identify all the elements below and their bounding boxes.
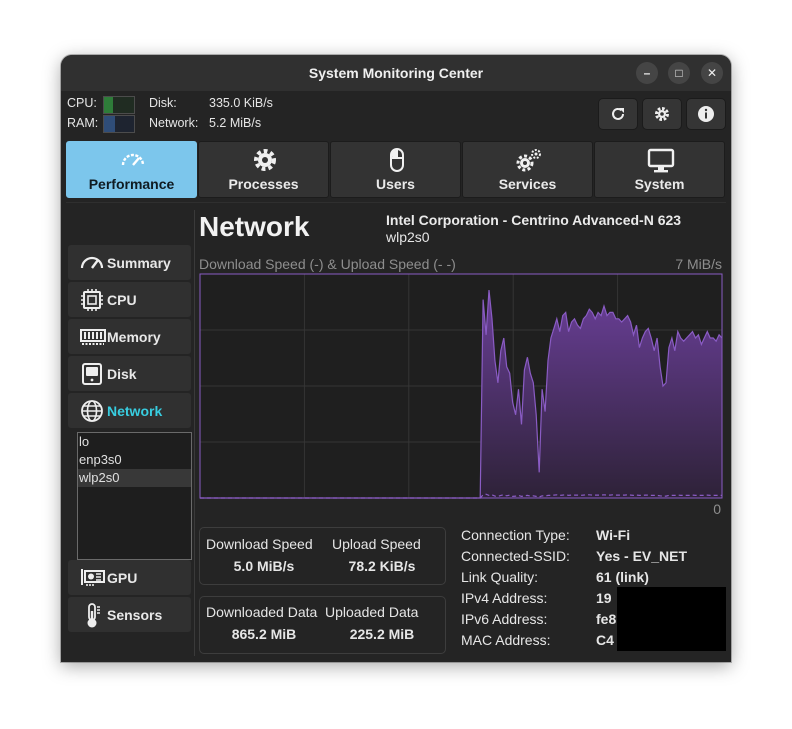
globe-icon [81,400,103,422]
tab-processes-label: Processes [228,176,299,192]
thermometer-icon [87,603,100,628]
chart-max-label: 7 MiB/s [675,256,722,272]
data-panel: Downloaded Data Uploaded Data 865.2 MiB … [199,596,446,654]
info-value: 19 [596,590,612,606]
uploaded-data-value: 225.2 MiB [349,626,415,642]
speed-panel: Download Speed Upload Speed 5.0 MiB/s 78… [199,527,446,585]
chart-min-label: 0 [713,501,721,517]
redaction-box [617,587,726,651]
info-label: Connected-SSID: [461,548,570,564]
sidebar-item-label: Network [107,403,163,419]
tab-performance-label: Performance [88,176,175,192]
upload-speed-value: 78.2 KiB/s [348,558,416,574]
info-value: Wi-Fi [596,527,631,543]
info-label: IPv6 Address: [461,611,548,627]
device-vendor-model: Intel Corporation - Centrino Advanced-N … [386,212,682,228]
info-value: 61 (link) [596,569,649,585]
chart-title: Download Speed (-) & Upload Speed (- -) [199,256,456,272]
info-label: Link Quality: [461,569,539,585]
sidebar-item-sensors[interactable]: Sensors [68,597,191,632]
speedometer-icon [80,256,104,269]
refresh-icon [612,107,624,120]
network-label: Network: [149,116,199,130]
cpu-mini-graph [103,96,135,114]
list-item[interactable]: lo [78,433,191,451]
upload-speed-label: Upload Speed [332,536,421,552]
network-speed-chart [199,273,723,499]
sidebar-item-disk[interactable]: Disk [68,356,191,391]
sidebar-item-cpu[interactable]: CPU [68,282,191,317]
tab-users[interactable]: Users [330,141,461,198]
sidebar-item-label: Summary [107,255,171,271]
sidebar-item-label: CPU [107,292,137,308]
maximize-button[interactable]: □ [668,62,690,84]
download-speed-label: Download Speed [206,536,313,552]
memory-module-icon [80,329,106,345]
network-value: 5.2 MiB/s [209,116,262,130]
disk-icon [82,363,102,385]
gear-icon [655,107,669,121]
about-button[interactable] [686,98,726,130]
speedometer-icon [121,153,145,166]
info-label: MAC Address: [461,632,551,648]
monitor-icon [647,148,675,173]
ram-mini-graph [103,115,135,133]
gpu-card-icon [81,569,105,586]
sidebar-item-label: Sensors [107,607,163,623]
network-device-list[interactable]: lo enp3s0 wlp2s0 [77,432,192,560]
divider [66,202,726,203]
info-label: Connection Type: [461,527,570,543]
sidebar-item-gpu[interactable]: GPU [68,560,191,595]
info-icon [698,106,714,122]
sidebar-item-network[interactable]: Network [68,393,191,428]
sidebar-item-label: Disk [107,366,137,382]
download-speed-value: 5.0 MiB/s [233,558,295,574]
sidebar-divider [194,210,195,656]
info-value: Yes - EV_NET [596,548,688,564]
tab-users-label: Users [376,176,415,192]
device-interface-name: wlp2s0 [386,229,430,245]
sidebar-item-label: Memory [107,329,161,345]
minimize-button[interactable]: – [636,62,658,84]
close-button[interactable]: ✕ [701,62,723,84]
gears-icon [516,149,541,172]
tab-system[interactable]: System [594,141,725,198]
tab-services[interactable]: Services [462,141,593,198]
sidebar-item-summary[interactable]: Summary [68,245,191,280]
window-title: System Monitoring Center [308,65,484,81]
tab-performance[interactable]: Performance [66,141,197,198]
app-window: System Monitoring Center – □ ✕ CPU: RAM:… [61,55,731,662]
tab-system-label: System [634,176,685,192]
disk-label: Disk: [149,96,177,110]
tab-processes[interactable]: Processes [198,141,329,198]
tab-services-label: Services [498,176,557,192]
info-value: C4 [596,632,614,648]
sidebar-item-memory[interactable]: Memory [68,319,191,354]
page-title: Network [199,211,310,242]
title-bar[interactable]: System Monitoring Center – □ ✕ [61,55,731,91]
refresh-button[interactable] [598,98,638,130]
mouse-icon [390,148,404,172]
ram-label: RAM: [67,116,99,130]
downloaded-data-label: Downloaded Data [206,604,318,620]
cpu-label: CPU: [67,96,97,110]
settings-button[interactable] [642,98,682,130]
uploaded-data-label: Uploaded Data [325,604,419,620]
list-item[interactable]: enp3s0 [78,451,191,469]
downloaded-data-value: 865.2 MiB [231,626,297,642]
cpu-chip-icon [81,289,103,311]
disk-value: 335.0 KiB/s [209,96,273,110]
gear-icon [254,149,276,171]
info-value: fe8 [596,611,617,627]
info-label: IPv4 Address: [461,590,548,606]
list-item[interactable]: wlp2s0 [78,469,191,487]
sidebar-item-label: GPU [107,570,138,586]
